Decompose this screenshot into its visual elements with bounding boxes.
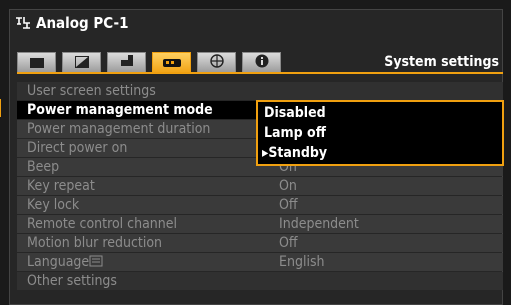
tab-network[interactable]	[197, 52, 236, 72]
setting-label: Key repeat	[27, 178, 95, 194]
setting-label: Key lock	[27, 197, 80, 213]
setting-row-key-lock[interactable]: Key lock Off	[17, 196, 503, 214]
setting-value: Independent	[279, 216, 359, 232]
setting-value: On	[279, 178, 297, 194]
setting-row-key-repeat[interactable]: Key repeat On	[17, 177, 503, 195]
tab-image[interactable]	[17, 52, 56, 72]
setting-row-language[interactable]: Language English	[17, 253, 503, 271]
setting-label: Power management mode	[27, 102, 213, 118]
setting-label: User screen settings	[27, 83, 156, 99]
dropdown-option-lamp-off[interactable]: Lamp off	[264, 124, 326, 142]
dropdown-option-standby[interactable]: ▸Standby	[262, 144, 327, 162]
menu-title: System settings	[384, 54, 499, 70]
setting-label: Other settings	[27, 273, 117, 289]
pc-input-icon	[14, 15, 32, 31]
globe-icon	[209, 53, 224, 72]
language-icon	[89, 254, 103, 270]
menu-tab-bar: System settings	[17, 52, 503, 74]
projector-menu: Analog PC-1 System settings User screen …	[0, 0, 511, 305]
input-source-label: Analog PC-1	[36, 14, 129, 32]
setting-value: English	[279, 254, 325, 270]
setting-label: Direct power on	[27, 140, 128, 156]
setting-label: Beep	[27, 159, 60, 175]
system-icon	[162, 54, 181, 73]
setting-value: Off	[279, 235, 298, 251]
tab-underline	[17, 72, 503, 74]
tab-image-adjust[interactable]	[62, 52, 101, 72]
input-source: Analog PC-1	[14, 14, 129, 32]
setting-label: Power management duration	[27, 121, 211, 137]
screen-icon	[29, 53, 44, 72]
tab-system[interactable]	[152, 52, 191, 74]
projector-icon	[119, 53, 135, 72]
setting-label: Remote control channel	[27, 216, 178, 232]
image-adjust-icon	[74, 53, 89, 72]
tab-install[interactable]	[107, 52, 146, 72]
setting-row-remote-control-channel[interactable]: Remote control channel Independent	[17, 215, 503, 233]
setting-label: Motion blur reduction	[27, 235, 163, 251]
dropdown-option-disabled[interactable]: Disabled	[264, 104, 326, 122]
setting-value: Off	[279, 197, 298, 213]
tab-info[interactable]	[242, 52, 281, 72]
info-icon	[255, 53, 269, 72]
setting-row-user-screen[interactable]: User screen settings	[17, 82, 503, 100]
selection-marker	[0, 99, 1, 117]
setting-row-other-settings[interactable]: Other settings	[17, 272, 503, 290]
setting-row-motion-blur-reduction[interactable]: Motion blur reduction Off	[17, 234, 503, 252]
setting-label: Language	[27, 253, 103, 271]
power-mode-dropdown[interactable]: Disabled Lamp off ▸Standby	[256, 100, 504, 166]
